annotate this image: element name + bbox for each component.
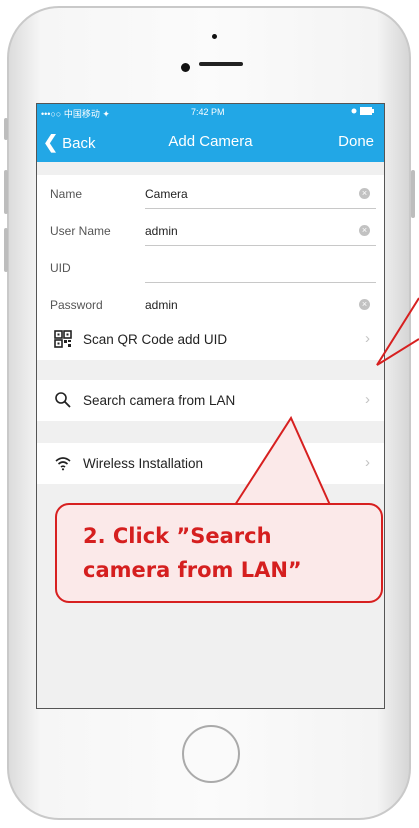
home-button[interactable] bbox=[182, 725, 240, 783]
callout-line-2: camera from LAN” bbox=[83, 558, 302, 582]
status-bar: •••○○ 中国移动 ✦ 7:42 PM bbox=[37, 104, 384, 120]
chevron-right-icon: › bbox=[365, 454, 370, 471]
clear-icon[interactable]: × bbox=[359, 188, 370, 199]
password-field[interactable]: admin bbox=[145, 298, 178, 312]
username-field[interactable]: admin bbox=[145, 224, 178, 238]
status-time: 7:42 PM bbox=[191, 107, 225, 117]
app-screen: •••○○ 中国移动 ✦ 7:42 PM ❮ Back Add Camera Do… bbox=[36, 103, 385, 709]
callout-line-1: 2. Click ”Search bbox=[83, 524, 272, 548]
carrier-label: •••○○ 中国移动 ✦ bbox=[41, 109, 110, 119]
username-row: User Name admin × bbox=[37, 212, 384, 248]
clear-icon[interactable]: × bbox=[359, 225, 370, 236]
camera-form: Name Camera × User Name admin × UID Pass… bbox=[37, 175, 384, 323]
field-underline bbox=[145, 245, 376, 246]
password-row: Password admin × bbox=[37, 286, 384, 322]
field-underline bbox=[145, 282, 376, 283]
navigation-bar: ❮ Back Add Camera Done bbox=[37, 120, 384, 162]
name-label: Name bbox=[50, 187, 83, 201]
wifi-icon bbox=[54, 454, 72, 472]
search-lan-item[interactable]: Search camera from LAN › bbox=[37, 380, 384, 421]
search-icon bbox=[54, 391, 72, 409]
menu-item-label: Scan QR Code add UID bbox=[83, 332, 228, 347]
annotation-callout: 2. Click ”Search camera from LAN” bbox=[55, 503, 383, 603]
uid-row: UID bbox=[37, 249, 384, 285]
chevron-right-icon: › bbox=[365, 330, 370, 347]
menu-item-label: Search camera from LAN bbox=[83, 393, 236, 408]
scan-qr-code-item[interactable]: Scan QR Code add UID › bbox=[37, 319, 384, 360]
wireless-installation-item[interactable]: Wireless Installation › bbox=[37, 443, 384, 484]
silent-switch bbox=[4, 118, 8, 140]
password-label: Password bbox=[50, 298, 103, 312]
name-field[interactable]: Camera bbox=[145, 187, 188, 201]
clear-icon[interactable]: × bbox=[359, 299, 370, 310]
menu-item-label: Wireless Installation bbox=[83, 456, 204, 471]
username-label: User Name bbox=[50, 224, 111, 238]
qr-code-icon bbox=[54, 330, 72, 348]
power-button bbox=[411, 170, 415, 218]
uid-label: UID bbox=[50, 261, 71, 275]
field-underline bbox=[145, 208, 376, 209]
chevron-right-icon: › bbox=[365, 391, 370, 408]
done-button[interactable]: Done bbox=[338, 133, 374, 150]
front-camera bbox=[181, 63, 190, 72]
battery-icon bbox=[350, 106, 376, 118]
volume-up-button bbox=[4, 170, 8, 214]
earpiece-speaker bbox=[199, 62, 243, 66]
volume-down-button bbox=[4, 228, 8, 272]
page-title: Add Camera bbox=[168, 133, 253, 150]
name-row: Name Camera × bbox=[37, 175, 384, 211]
sensor-dot bbox=[212, 34, 217, 39]
callout-text: 2. Click ”Search camera from LAN” bbox=[83, 519, 302, 587]
